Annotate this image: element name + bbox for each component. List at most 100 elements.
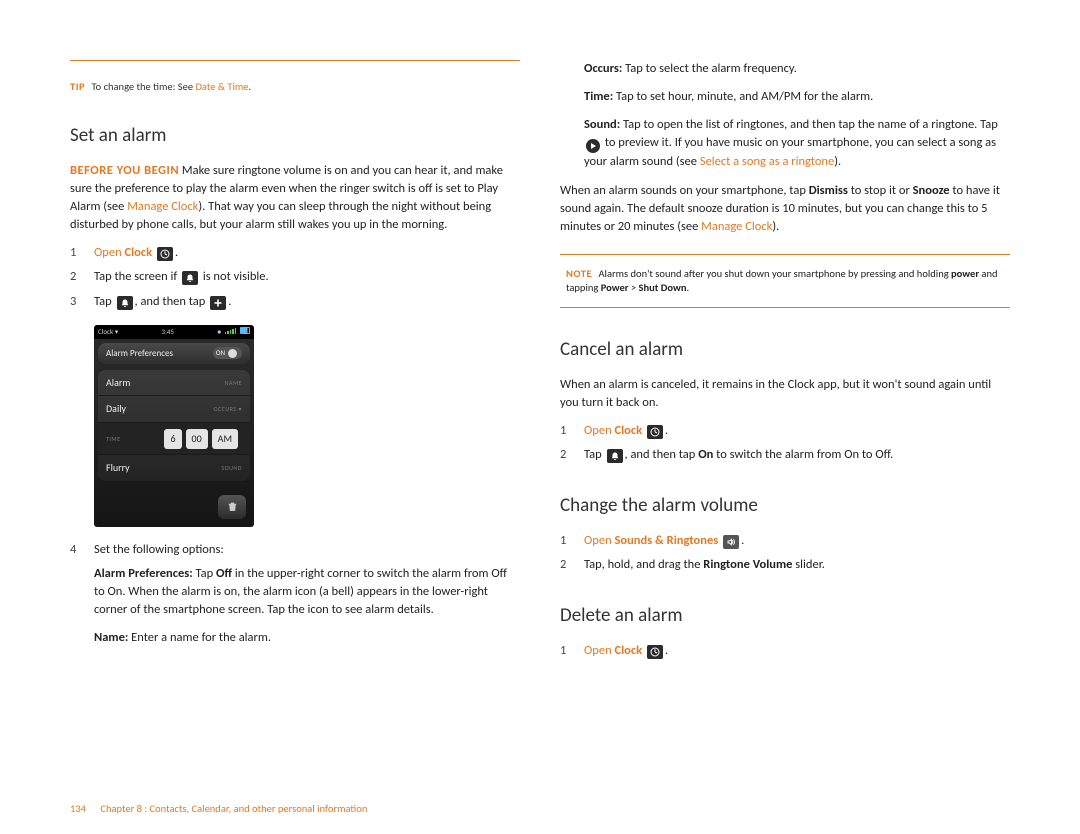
step-num: 1: [560, 532, 584, 550]
occurs-label: OCCURS ▾: [213, 405, 242, 414]
open-link[interactable]: Open: [584, 643, 614, 658]
step-num: 1: [560, 422, 584, 440]
step3-a: Tap: [94, 294, 115, 309]
trash-button: [218, 495, 246, 519]
play-icon: [586, 139, 600, 153]
alarm-settings-block: Alarm NAME Daily OCCURS ▾ TIME 600AM: [98, 370, 250, 481]
status-icons: ●: [217, 327, 250, 337]
step2-a: Tap the screen if: [94, 269, 180, 284]
volume-step-2: 2 Tap, hold, and drag the Ringtone Volum…: [560, 556, 1010, 574]
step3-b: , and then tap: [135, 294, 209, 309]
tip-rule: [70, 60, 520, 61]
heading-cancel-alarm: Cancel an alarm: [560, 336, 1010, 364]
tip-block: TIP To change the time: See Date & Time.: [70, 79, 520, 94]
note-b3: Shut Down: [639, 281, 687, 294]
heading-set-alarm: Set an alarm: [70, 122, 520, 150]
tip-link[interactable]: Date & Time: [195, 80, 248, 93]
step-body: Tap , and then tap .: [94, 293, 520, 311]
name-label: NAME: [225, 379, 242, 388]
cancel-paragraph: When an alarm is canceled, it remains in…: [560, 376, 1010, 412]
step-body: Tap the screen if is not visible.: [94, 268, 520, 286]
two-column-layout: TIP To change the time: See Date & Time.…: [70, 60, 1010, 666]
heading-change-volume: Change the alarm volume: [560, 492, 1010, 520]
tip-label: TIP: [70, 80, 85, 93]
step-3: 3 Tap , and then tap .: [70, 293, 520, 311]
dismiss-a: When an alarm sounds on your smartphone,…: [560, 183, 809, 198]
open-app[interactable]: Clock: [614, 423, 642, 438]
dismiss-f: ).: [772, 219, 779, 234]
manage-clock-link-2[interactable]: Manage Clock: [701, 219, 772, 234]
right-column: Occurs: Tap to select the alarm frequenc…: [560, 60, 1010, 666]
select-song-link[interactable]: Select a song as a ringtone: [700, 154, 834, 169]
sound-label: Sound:: [584, 117, 620, 132]
screenshot-body: Alarm Preferences ON Alarm NAME Daily OC…: [94, 339, 254, 527]
note-text4: .: [686, 281, 689, 294]
option-time: Time: Tap to set hour, minute, and AM/PM…: [584, 88, 1010, 106]
open-link[interactable]: Open: [584, 423, 614, 438]
sound-text1: Tap to open the list of ringtones, and t…: [620, 117, 998, 132]
status-app: Clock: [98, 327, 113, 336]
step-body: Tap, hold, and drag the Ringtone Volume …: [584, 556, 1010, 574]
occurs-text: Tap to select the alarm frequency.: [622, 61, 797, 76]
sound-value: Flurry: [106, 461, 130, 476]
step-num: 3: [70, 293, 94, 311]
time-label: Time:: [584, 89, 613, 104]
open-link[interactable]: Open: [584, 533, 614, 548]
option-occurs: Occurs: Tap to select the alarm frequenc…: [584, 60, 1010, 78]
occurs-value: Daily: [106, 402, 126, 417]
cancel-step-2: 2 Tap , and then tap On to switch the al…: [560, 446, 1010, 464]
vs2-c: slider.: [792, 557, 825, 572]
open-app[interactable]: Clock: [614, 643, 642, 658]
cancel-step-1: 1 Open Clock .: [560, 422, 1010, 440]
step-1: 1 Open Clock .: [70, 244, 520, 262]
option-sound: Sound: Tap to open the list of ringtones…: [584, 116, 1010, 171]
alarm-name: Alarm: [106, 376, 130, 391]
dismiss-b: Dismiss: [809, 183, 848, 198]
vs2-a: Tap, hold, and drag the: [584, 557, 703, 572]
cs2-b: , and then tap: [625, 447, 699, 462]
time-hour: 6: [164, 429, 181, 450]
page-footer: 134 Chapter 8 : Contacts, Calendar, and …: [70, 801, 367, 816]
step-num: 1: [70, 244, 94, 262]
open-link[interactable]: Open: [94, 245, 124, 260]
opt-name-label: Name:: [94, 630, 128, 645]
dismiss-paragraph: When an alarm sounds on your smartphone,…: [560, 182, 1010, 236]
dismiss-d: Snooze: [913, 183, 950, 198]
sound-label: SOUND: [221, 464, 242, 473]
status-bar: Clock ▾ 3:45 ●: [94, 325, 254, 339]
step3-c: .: [228, 294, 231, 309]
left-column: TIP To change the time: See Date & Time.…: [70, 60, 520, 666]
clock-icon: [647, 645, 663, 659]
cs2-c: On: [698, 447, 713, 462]
sound-text3: ).: [834, 154, 841, 169]
time-ampm: AM: [212, 429, 238, 450]
clock-icon: [647, 425, 663, 439]
cs2-a: Tap: [584, 447, 605, 462]
step-4: 4 Set the following options:: [70, 541, 520, 559]
bell-icon: [607, 449, 623, 463]
open-app[interactable]: Clock: [124, 245, 152, 260]
note-label: NOTE: [566, 267, 592, 280]
vs2-b: Ringtone Volume: [703, 557, 792, 572]
occurs-row: Daily OCCURS ▾: [98, 396, 250, 423]
step-body: Open Clock .: [584, 642, 1010, 660]
before-you-begin-paragraph: BEFORE YOU BEGIN Make sure ringtone volu…: [70, 162, 520, 235]
plus-icon: [210, 296, 226, 310]
screenshot-bottom: [98, 491, 250, 523]
bell-icon: [117, 296, 133, 310]
before-begin-label: BEFORE YOU BEGIN: [70, 163, 179, 178]
step-2: 2 Tap the screen if is not visible.: [70, 268, 520, 286]
phone-screenshot: Clock ▾ 3:45 ● Alarm Preferences ON: [94, 325, 254, 527]
volume-step-1: 1 Open Sounds & Ringtones .: [560, 532, 1010, 550]
option-name: Name: Enter a name for the alarm.: [94, 629, 520, 647]
step-body: Open Sounds & Ringtones .: [584, 532, 1010, 550]
status-time: 3:45: [161, 327, 174, 337]
note-b1: power: [951, 267, 979, 280]
note-b2: Power: [601, 281, 629, 294]
open-app[interactable]: Sounds & Ringtones: [614, 533, 718, 548]
step-num: 4: [70, 541, 94, 559]
opt-pref-label: Alarm Preferences:: [94, 566, 193, 581]
manage-clock-link[interactable]: Manage Clock: [127, 199, 198, 214]
name-row: Alarm NAME: [98, 370, 250, 397]
note-block: NOTE Alarms don't sound after you shut d…: [560, 254, 1010, 308]
